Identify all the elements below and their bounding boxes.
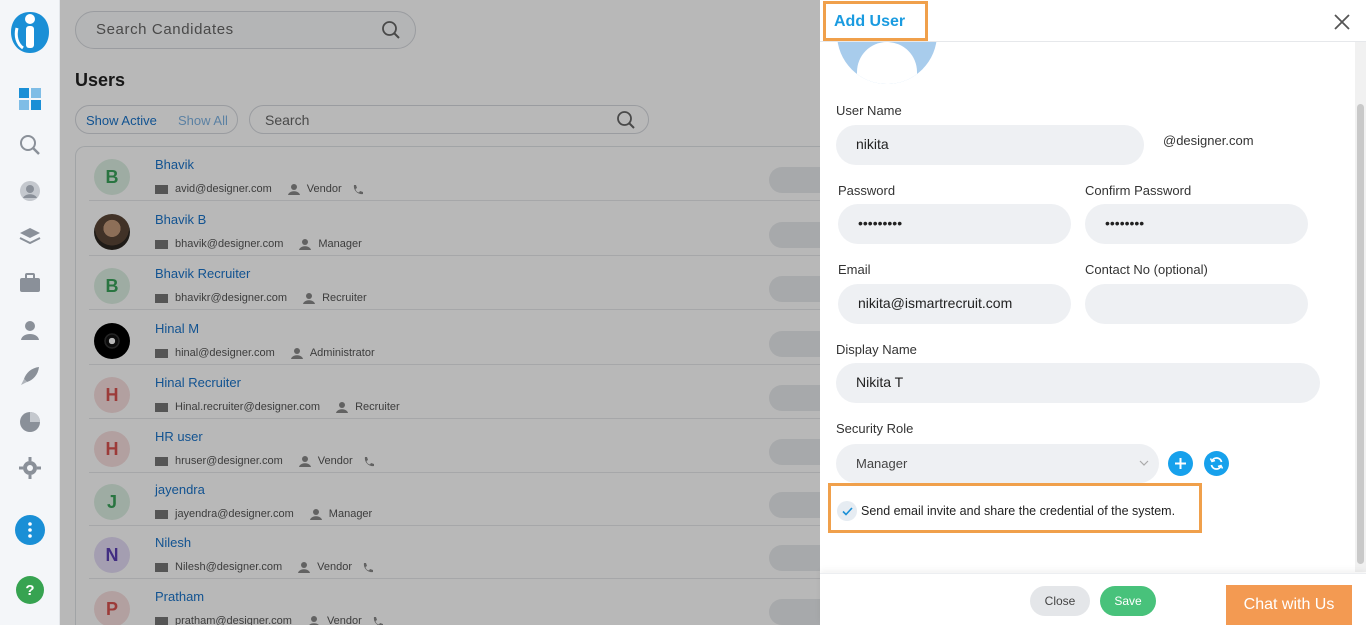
display-name-label: Display Name: [836, 342, 917, 357]
more-options-button[interactable]: [15, 515, 45, 545]
panel-header: Add User: [820, 0, 1366, 42]
dashboard-icon[interactable]: [18, 87, 42, 111]
add-role-button[interactable]: [1168, 451, 1193, 476]
search-icon[interactable]: [18, 133, 42, 157]
help-button[interactable]: ?: [16, 576, 44, 604]
contact-label: Contact No (optional): [1085, 262, 1208, 277]
domain-suffix: @designer.com: [1163, 133, 1254, 148]
candidate-icon[interactable]: [18, 179, 42, 203]
password-input[interactable]: [858, 215, 1057, 231]
security-role-value: Manager: [856, 456, 908, 471]
confirm-password-input[interactable]: [1105, 215, 1295, 231]
modal-backdrop[interactable]: [60, 0, 880, 625]
users-icon[interactable]: [18, 318, 42, 342]
more-vertical-icon: [28, 522, 32, 538]
confirm-password-field-wrap: [1085, 204, 1308, 244]
password-field-wrap: [838, 204, 1071, 244]
security-role-select[interactable]: Manager: [836, 444, 1159, 483]
refresh-icon: [1209, 457, 1224, 470]
check-icon: [841, 506, 853, 516]
contact-input[interactable]: [1105, 295, 1295, 311]
close-icon[interactable]: [1332, 12, 1352, 32]
invite-checkbox[interactable]: [837, 501, 857, 521]
password-label: Password: [838, 183, 896, 198]
email-field-wrap: [838, 284, 1071, 324]
gear-icon[interactable]: [18, 456, 42, 480]
panel-scrollbar[interactable]: [1355, 42, 1366, 572]
email-label: Email: [838, 262, 871, 277]
pie-chart-icon[interactable]: [18, 410, 42, 434]
save-button[interactable]: Save: [1100, 586, 1156, 616]
rocket-icon[interactable]: [18, 364, 42, 388]
chevron-down-icon: [1139, 460, 1149, 466]
layers-icon[interactable]: [18, 225, 42, 249]
display-name-field-wrap: [836, 363, 1320, 403]
confirm-password-label: Confirm Password: [1085, 183, 1192, 198]
invite-label: Send email invite and share the credenti…: [861, 504, 1176, 518]
left-sidebar: ?: [0, 0, 60, 625]
app-logo-icon[interactable]: [9, 8, 51, 56]
display-name-input[interactable]: [856, 374, 1268, 390]
plus-icon: [1175, 458, 1186, 469]
username-label: User Name: [836, 103, 902, 118]
security-role-label: Security Role: [836, 421, 914, 436]
contact-field-wrap: [1085, 284, 1308, 324]
panel-title: Add User: [823, 1, 928, 41]
email-input[interactable]: [858, 295, 1057, 311]
close-button[interactable]: Close: [1030, 586, 1090, 616]
invite-option: Send email invite and share the credenti…: [828, 483, 1202, 533]
username-input[interactable]: [856, 136, 1118, 152]
username-field-wrap: [836, 125, 1144, 165]
briefcase-icon[interactable]: [18, 271, 42, 295]
refresh-roles-button[interactable]: [1204, 451, 1229, 476]
scroll-thumb[interactable]: [1357, 104, 1364, 564]
add-user-panel: Add User User Name @designer.com Passwor…: [820, 0, 1366, 625]
chat-with-us-button[interactable]: Chat with Us: [1226, 585, 1352, 625]
